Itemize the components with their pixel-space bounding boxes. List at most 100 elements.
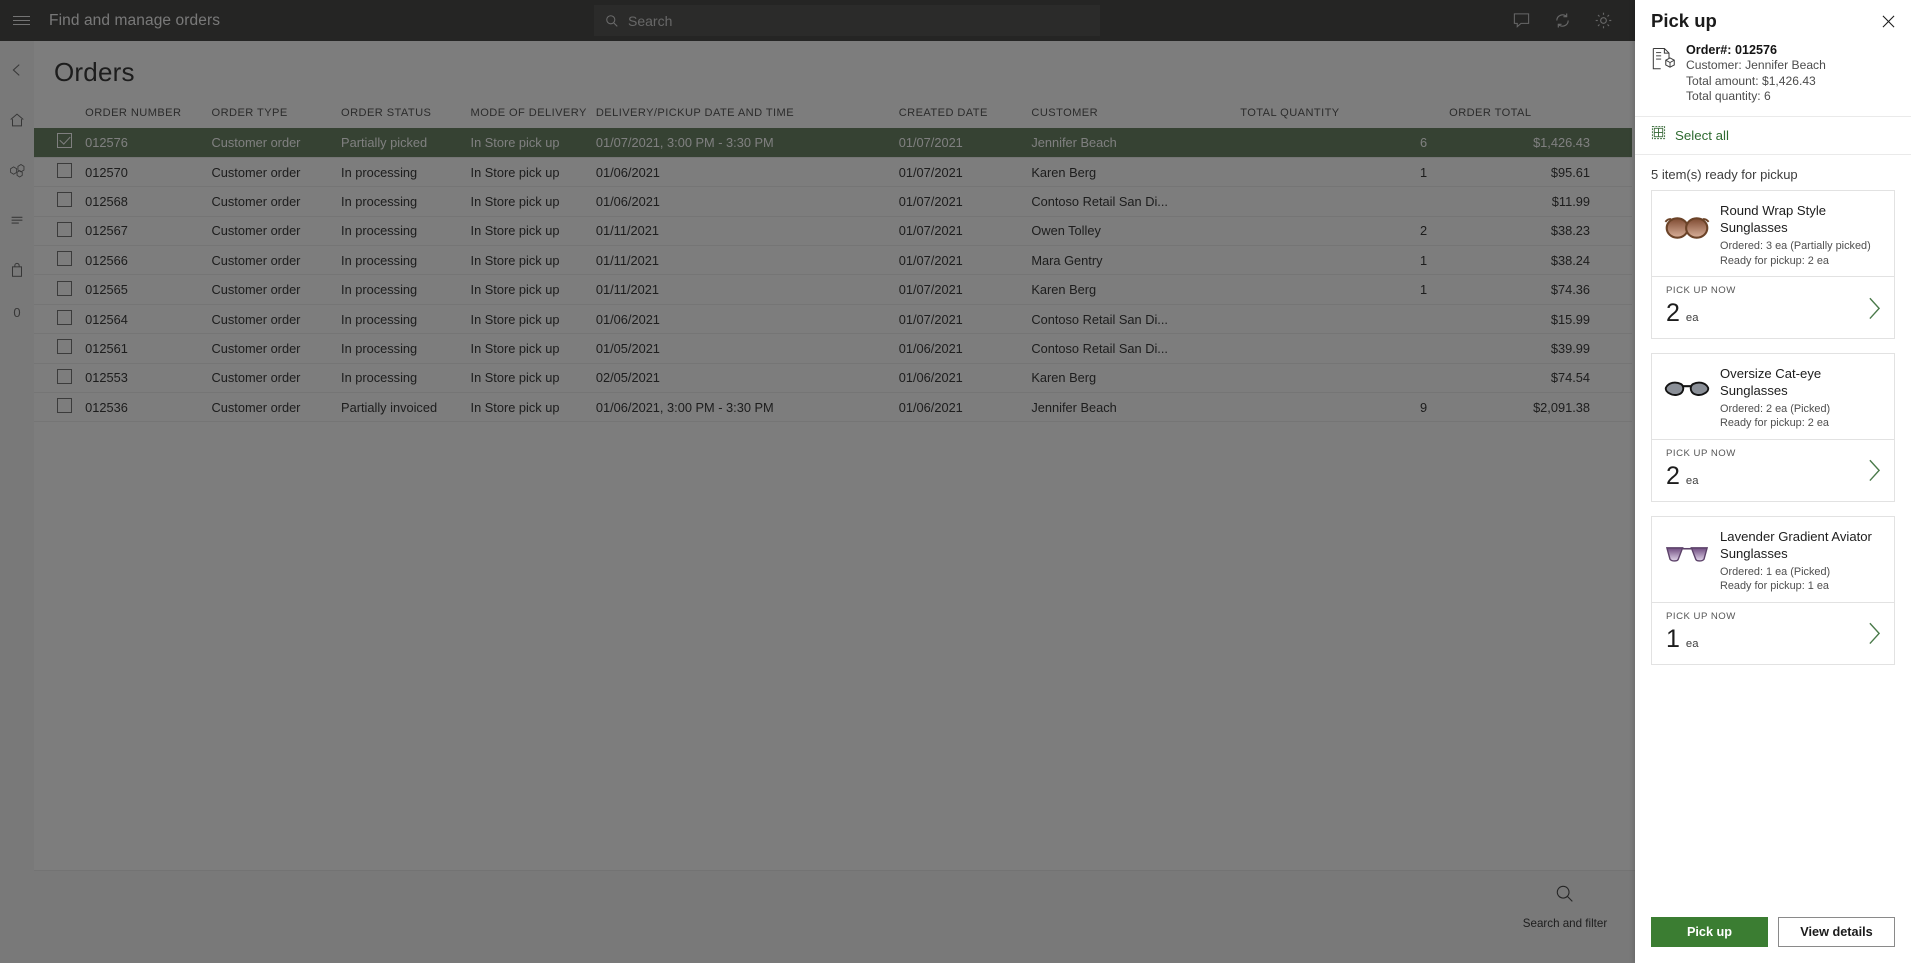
row-checkbox-cell[interactable] [34,216,85,245]
cart-count-value: 0 [13,304,21,320]
home-icon[interactable] [0,99,34,141]
checkbox-icon[interactable] [57,398,72,414]
table-row[interactable]: 012576 Customer order Partially picked In S… [34,128,1632,158]
select-all-label: Select all [1675,127,1729,143]
gear-icon[interactable] [1594,11,1613,30]
pickup-panel-header: Pick up [1635,0,1911,32]
checkbox-icon[interactable] [57,163,72,179]
chevron-right-icon[interactable] [1867,459,1882,488]
checkbox-icon[interactable] [57,192,72,208]
order-summary: Order#: 012576 Customer: Jennifer Beach … [1635,32,1911,116]
order-total-quantity-line: Total quantity: 6 [1686,88,1771,103]
refresh-icon[interactable] [1553,11,1572,30]
row-checkbox-cell[interactable] [34,128,85,157]
product-info: Round Wrap Style Sunglasses Ordered: 3 ea… [1714,201,1886,268]
pick-up-now-stepper[interactable]: PICK UP NOW 2 ea [1652,276,1894,338]
cell-customer: Contoso Retail San Di... [1031,193,1168,209]
chevron-right-icon[interactable] [1867,296,1882,325]
lines-icon[interactable] [0,199,34,241]
cell-order-type: Customer order [211,399,301,415]
bottom-command-bar: Search and filter [34,870,1635,963]
cell-order-number: 012567 [85,223,128,239]
hamburger-icon[interactable] [0,0,42,41]
cell-mode-of-delivery: In Store pick up [470,311,560,327]
search-and-filter-button[interactable]: Search and filter [1517,883,1613,931]
cell-order-type: Customer order [211,370,301,386]
row-checkbox-cell[interactable] [34,275,85,304]
cell-total-quantity: 2 [1420,223,1428,239]
order-total-amount-line: Total amount: $1,426.43 [1686,73,1816,88]
header-mode-of-delivery[interactable]: MODE OF DELIVERY [471,101,596,128]
pick-up-now-quantity: 1 [1666,624,1680,653]
header-order-number[interactable]: ORDER NUMBER [85,101,211,128]
bag-icon[interactable] [0,249,34,291]
table-row[interactable]: 012561 Customer order In processing In Stor… [34,334,1632,364]
header-select [34,101,85,128]
header-order-status[interactable]: ORDER STATUS [341,101,471,128]
cell-delivery-datetime: 01/06/2021, 3:00 PM - 3:30 PM [595,399,774,415]
table-row[interactable]: 012536 Customer order Partially invoiced In… [34,393,1632,422]
global-search-input[interactable]: Search [594,5,1100,36]
order-number-line: Order#: 012576 [1686,43,1778,57]
chevron-right-icon[interactable] [1867,622,1882,651]
search-icon [605,14,619,28]
checkbox-icon[interactable] [57,368,72,384]
cell-created-date: 01/06/2021 [898,399,963,415]
checkbox-icon[interactable] [57,339,72,355]
table-row[interactable]: 012568 Customer order In processing In Stor… [34,187,1632,217]
table-row[interactable]: 012566 Customer order In processing In Stor… [34,246,1632,275]
row-checkbox-cell[interactable] [34,304,85,333]
pick-up-now-stepper[interactable]: PICK UP NOW 2 ea [1652,438,1894,501]
row-checkbox-cell[interactable] [34,187,85,216]
view-details-button[interactable]: View details [1778,917,1895,947]
select-all-button[interactable]: Select all [1635,116,1911,156]
pickup-item-card: Oversize Cat-eye Sunglasses Ordered: 2 ea… [1651,353,1895,502]
pick-up-button[interactable]: Pick up [1651,917,1768,947]
row-checkbox-cell[interactable] [34,393,85,422]
pick-up-now-stepper[interactable]: PICK UP NOW 1 ea [1652,601,1894,664]
checkbox-icon[interactable] [57,251,72,267]
table-row[interactable]: 012564 Customer order In processing In Stor… [34,304,1632,334]
back-icon[interactable] [0,49,34,91]
cell-created-date: 01/07/2021 [898,252,963,268]
cell-customer: Jennifer Beach [1031,134,1117,150]
header-customer[interactable]: CUSTOMER [1031,101,1240,128]
cell-order-total: $1,426.43 [1533,134,1590,150]
table-row[interactable]: 012567 Customer order In processing In Stor… [34,216,1632,246]
pickup-item-card: Round Wrap Style Sunglasses Ordered: 3 ea… [1651,190,1895,339]
cell-order-type: Customer order [211,252,301,268]
cell-created-date: 01/07/2021 [898,282,963,298]
note-icon[interactable] [1512,11,1531,30]
checkbox-icon[interactable] [57,310,72,326]
cell-delivery-datetime: 01/06/2021 [595,311,660,327]
row-checkbox-cell[interactable] [34,334,85,363]
table-row[interactable]: 012570 Customer order In processing In Stor… [34,157,1632,187]
close-icon[interactable] [1877,10,1899,32]
checkbox-icon[interactable] [57,221,72,237]
pick-up-now-value-row: 1 ea [1666,624,1882,654]
orders-app-background: Find and manage orders Search 0 Orders O… [0,0,1635,963]
row-checkbox-cell[interactable] [34,246,85,275]
header-created-date[interactable]: CREATED DATE [899,101,1032,128]
checkbox-checked-icon[interactable] [57,133,72,149]
cell-order-type: Customer order [211,193,301,209]
header-delivery-datetime[interactable]: DELIVERY/PICKUP DATE AND TIME [596,101,899,128]
row-checkbox-cell[interactable] [34,157,85,186]
product-thumbnail [1660,527,1714,581]
header-order-type[interactable]: ORDER TYPE [212,101,342,128]
table-row[interactable]: 012553 Customer order In processing In Stor… [34,363,1632,393]
ready-for-pickup-count: 5 item(s) ready for pickup [1651,167,1798,183]
pick-up-now-label: PICK UP NOW [1666,285,1736,296]
order-customer-line: Customer: Jennifer Beach [1686,58,1826,73]
products-icon[interactable] [0,149,34,191]
table-row[interactable]: 012565 Customer order In processing In Stor… [34,275,1632,305]
product-ordered-line: Ordered: 2 ea (Picked) [1720,403,1831,415]
product-name: Oversize Cat-eye Sunglasses [1720,366,1822,398]
cart-count: 0 [0,291,34,333]
checkbox-icon[interactable] [57,280,72,296]
cell-delivery-datetime: 01/11/2021 [595,223,659,239]
header-order-total[interactable]: ORDER TOTAL [1449,101,1632,128]
row-checkbox-cell[interactable] [34,363,85,392]
header-total-quantity[interactable]: TOTAL QUANTITY [1240,101,1449,128]
cell-total-quantity: 6 [1420,134,1428,150]
